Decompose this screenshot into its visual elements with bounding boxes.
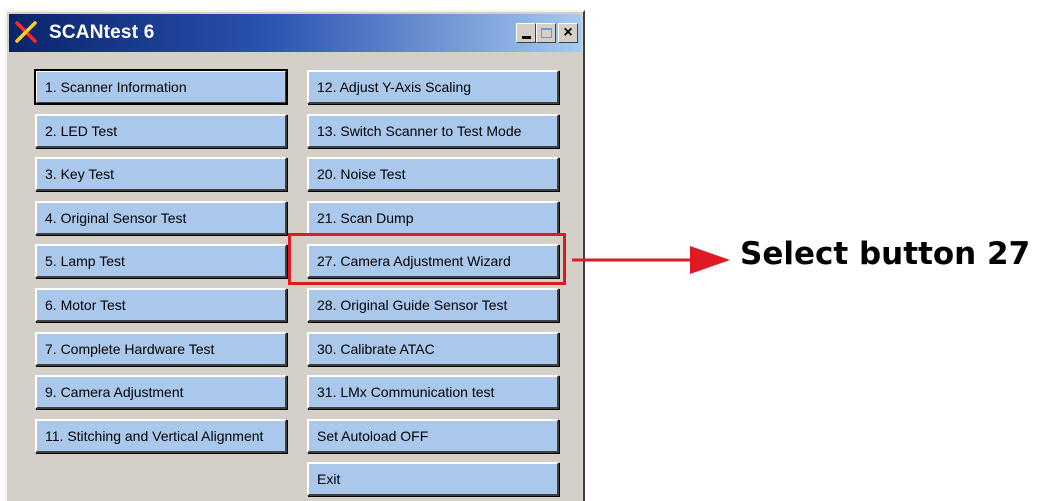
13-switch-scanner-to-test-mode-button[interactable]: 13. Switch Scanner to Test Mode	[307, 114, 559, 148]
9-camera-adjustment-button[interactable]: 9. Camera Adjustment	[35, 375, 287, 409]
28-original-guide-sensor-test-button[interactable]: 28. Original Guide Sensor Test	[307, 288, 559, 322]
button-label: 4. Original Sensor Test	[45, 210, 187, 226]
button-label: 6. Motor Test	[45, 297, 126, 313]
red-arrow-icon	[572, 246, 730, 274]
window-title: SCANtest 6	[49, 22, 155, 43]
exit-button[interactable]: Exit	[307, 462, 559, 496]
button-label: 2. LED Test	[45, 123, 118, 139]
20-noise-test-button[interactable]: 20. Noise Test	[307, 157, 559, 191]
title-bar[interactable]: SCANtest 6 ×	[9, 14, 581, 52]
button-label: 7. Complete Hardware Test	[45, 341, 215, 357]
button-27-highlight-box	[288, 233, 566, 285]
button-label: 5. Lamp Test	[45, 253, 125, 269]
button-label: 11. Stitching and Vertical Alignment	[45, 428, 264, 444]
button-label: 1. Scanner Information	[45, 79, 187, 95]
21-scan-dump-button[interactable]: 21. Scan Dump	[307, 201, 559, 235]
button-label: 9. Camera Adjustment	[45, 384, 184, 400]
maximize-icon	[540, 28, 552, 38]
minimize-button[interactable]	[516, 23, 536, 43]
button-label: 3. Key Test	[45, 166, 115, 182]
close-icon: ×	[563, 24, 573, 41]
12-adjust-y-axis-scaling-button[interactable]: 12. Adjust Y-Axis Scaling	[307, 70, 559, 104]
maximize-button[interactable]	[536, 23, 556, 43]
button-label: Set Autoload OFF	[317, 428, 429, 444]
button-label: 20. Noise Test	[317, 166, 406, 182]
2-led-test-button[interactable]: 2. LED Test	[35, 114, 287, 148]
7-complete-hardware-test-button[interactable]: 7. Complete Hardware Test	[35, 332, 287, 366]
button-label: 12. Adjust Y-Axis Scaling	[317, 79, 472, 95]
6-motor-test-button[interactable]: 6. Motor Test	[35, 288, 287, 322]
1-scanner-information-button[interactable]: 1. Scanner Information	[34, 69, 288, 105]
app-x-logo-icon	[15, 21, 37, 43]
button-label: 31. LMx Communication test	[317, 384, 495, 400]
button-label: 21. Scan Dump	[317, 210, 414, 226]
31-lmx-communication-test-button[interactable]: 31. LMx Communication test	[307, 375, 559, 409]
3-key-test-button[interactable]: 3. Key Test	[35, 157, 287, 191]
5-lamp-test-button[interactable]: 5. Lamp Test	[35, 244, 287, 278]
close-button[interactable]: ×	[558, 23, 578, 43]
button-label: 30. Calibrate ATAC	[317, 341, 435, 357]
button-label: 13. Switch Scanner to Test Mode	[317, 123, 522, 139]
minimize-icon	[521, 35, 531, 39]
11-stitching-and-vertical-alignment-button[interactable]: 11. Stitching and Vertical Alignment	[35, 419, 287, 453]
set-autoload-off-button[interactable]: Set Autoload OFF	[307, 419, 559, 453]
button-label: Exit	[317, 471, 341, 487]
instruction-callout: Select button 27	[740, 236, 1031, 272]
button-label: 28. Original Guide Sensor Test	[317, 297, 508, 313]
30-calibrate-atac-button[interactable]: 30. Calibrate ATAC	[307, 332, 559, 366]
4-original-sensor-test-button[interactable]: 4. Original Sensor Test	[35, 201, 287, 235]
